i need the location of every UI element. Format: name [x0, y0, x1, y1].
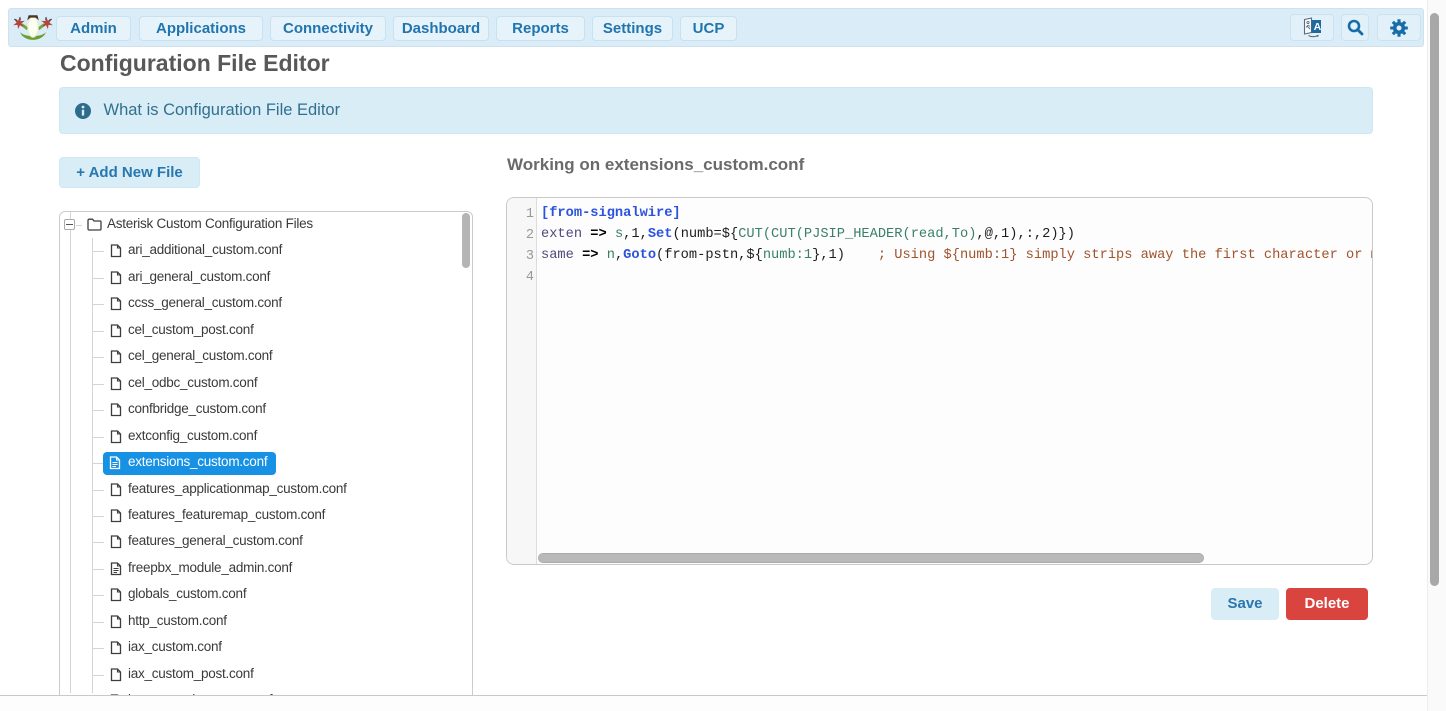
- svg-text:A: A: [1314, 21, 1322, 33]
